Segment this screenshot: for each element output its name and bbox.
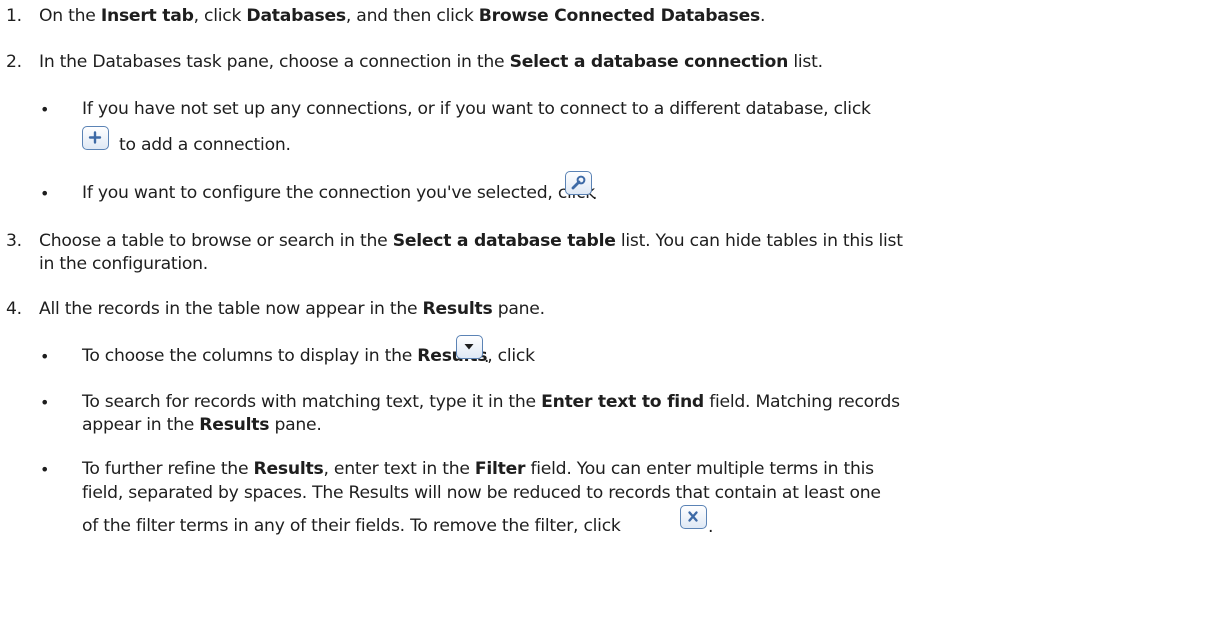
step-3-text: Choose a table to browse or search in th…: [39, 231, 903, 251]
bullet-text: To search for records with matching text…: [82, 392, 900, 412]
step-4-text: All the records in the table now appear …: [39, 299, 545, 319]
bullet-text-line-3: of the filter terms in any of their fiel…: [82, 516, 621, 536]
bullet: •: [40, 184, 50, 203]
dropdown-arrow-icon: [456, 335, 483, 359]
plus-icon: [82, 126, 109, 150]
step-1-text: On the Insert tab, click Databases, and …: [39, 6, 766, 26]
step-number: 4.: [6, 299, 22, 319]
bullet-text: If you want to configure the connection …: [82, 183, 595, 203]
step-2-text: In the Databases task pane, choose a con…: [39, 52, 823, 72]
step-3-text-line-2: in the configuration.: [39, 254, 209, 274]
clear-filter-icon: [680, 505, 707, 529]
bullet: •: [40, 460, 50, 479]
bullet: •: [40, 393, 50, 412]
step-number: 1.: [6, 6, 22, 26]
instructions-document: 1. On the Insert tab, click Databases, a…: [6, 6, 903, 537]
bullet-text-line-2: appear in the Results pane.: [82, 415, 322, 435]
bullet-text-line-2: field, separated by spaces. The Results …: [82, 483, 881, 503]
step-number: 2.: [6, 52, 22, 72]
bullet-text: If you have not set up any connections, …: [82, 99, 871, 119]
bullet: •: [40, 100, 50, 119]
bullet-text: To further refine the Results, enter tex…: [82, 459, 874, 479]
bullet-text: to add a connection.: [119, 135, 291, 155]
step-number: 3.: [6, 231, 22, 251]
bullet: •: [40, 347, 50, 366]
wrench-icon: [565, 171, 592, 195]
